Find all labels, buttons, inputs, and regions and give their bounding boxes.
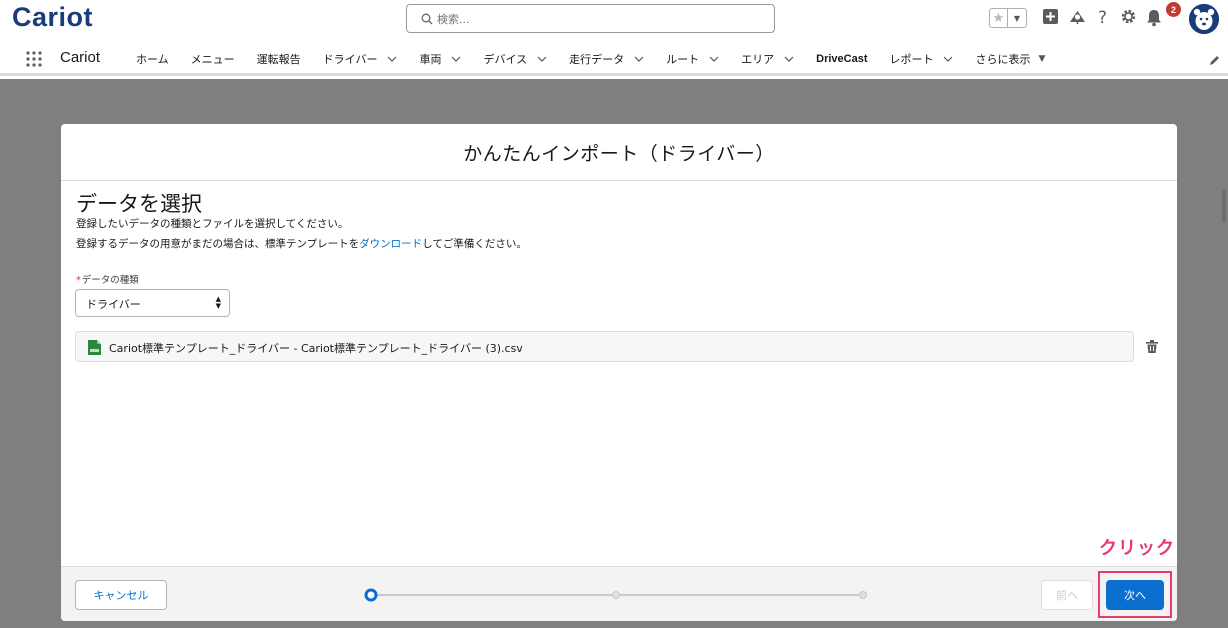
progress-step-2 [612,591,620,599]
modal-footer: キャンセル 前へ 次へ [61,566,1177,621]
nav-item-driving-report[interactable]: 運転報告 [257,51,301,67]
edit-nav-pencil-icon[interactable] [1208,55,1220,67]
data-type-select-value: ドライバー [86,298,141,311]
previous-button: 前へ [1041,580,1093,610]
nav-items: ホーム メニュー 運転報告 ドライバー 車両 デバイス 走行データ ルート エリ… [136,42,1067,76]
nav-item-label: 走行データ [569,53,625,66]
nav-item-trip-data[interactable]: 走行データ [569,51,644,67]
nav-item-label: ドライバー [322,53,378,66]
progress-step-1 [364,588,378,602]
select-arrows-icon: ▲ ▼ [215,295,221,310]
favorites-group[interactable]: ★ ▼ [989,8,1027,28]
favorites-dropdown-icon[interactable]: ▼ [1008,9,1026,27]
chevron-down-icon[interactable] [784,55,794,63]
nav-item-vehicle[interactable]: 車両 [419,51,461,67]
search-icon [421,13,433,25]
modal-body: データを選択 登録したいデータの種類とファイルを選択してください。 登録するデー… [61,181,1177,566]
caret-down-icon: ▼ [1038,54,1046,64]
description-line-1: 登録したいデータの種類とファイルを選択してください。 [76,218,349,230]
chevron-down-icon[interactable] [709,55,719,63]
progress-indicator [364,588,867,602]
download-template-link[interactable]: ダウンロード [359,238,422,250]
notification-badge: 2 [1166,2,1181,17]
nav-item-area[interactable]: エリア [741,51,794,67]
chevron-down-icon[interactable] [537,55,547,63]
app-name: Cariot [60,49,101,66]
global-header: Cariot ★ ▼ ? 2 [0,0,1228,42]
file-name: Cariot標準テンプレート_ドライバー - Cariot標準テンプレート_ドラ… [109,342,523,355]
nav-item-label: エリア [741,53,775,66]
trailhead-icon[interactable] [1068,8,1087,25]
description-suffix: してご準備ください。 [422,238,527,250]
nav-item-label: メニュー [190,53,235,66]
click-annotation-label: クリック [1099,538,1175,559]
avatar[interactable] [1189,4,1219,34]
data-type-select[interactable]: ドライバー ▲ ▼ [75,289,230,317]
modal-header: かんたんインポート（ドライバー） [61,124,1177,181]
chevron-down-icon[interactable] [634,55,644,63]
nav-item-home[interactable]: ホーム [136,51,169,67]
nav-item-route[interactable]: ルート [666,51,719,67]
nav-item-label: デバイス [483,53,528,66]
modal-title: かんたんインポート（ドライバー） [463,142,775,165]
trash-icon[interactable] [1146,340,1158,353]
section-title: データを選択 [76,192,202,216]
svg-text:?: ? [1098,8,1107,26]
nav-item-label: レポート [889,53,934,66]
chevron-down-icon[interactable] [451,55,461,63]
global-actions-icon[interactable] [1042,8,1059,25]
cancel-button[interactable]: キャンセル [75,580,167,610]
nav-item-label: 車両 [419,53,442,66]
page-scrollbar[interactable] [1222,190,1226,222]
app-nav-bar: Cariot ホーム メニュー 運転報告 ドライバー 車両 デバイス 走行データ… [0,42,1228,76]
nav-item-label: 運転報告 [256,53,301,66]
import-modal: かんたんインポート（ドライバー） データを選択 登録したいデータの種類とファイル… [61,124,1177,621]
cariot-logo[interactable]: Cariot [12,2,93,33]
star-icon[interactable]: ★ [990,9,1008,27]
nav-item-device[interactable]: デバイス [483,51,547,67]
nav-item-label: さらに表示 [975,53,1031,66]
nav-item-driver[interactable]: ドライバー [323,51,398,67]
csv-file-icon [88,340,101,355]
nav-item-more[interactable]: さらに表示 ▼ [975,51,1045,67]
next-button[interactable]: 次へ [1106,580,1164,610]
data-type-label-text: データの種類 [81,275,139,286]
progress-step-3 [859,591,867,599]
nav-item-drivecast[interactable]: DriveCast [816,53,867,65]
nav-item-menu[interactable]: メニュー [191,51,235,67]
required-mark: * [76,275,81,286]
app-launcher-icon[interactable] [25,50,43,68]
help-icon[interactable]: ? [1097,8,1111,26]
nav-item-report[interactable]: レポート [889,51,953,67]
global-search[interactable] [406,4,775,33]
data-type-label: *データの種類 [76,272,139,286]
gear-icon[interactable] [1120,8,1137,25]
bell-icon[interactable] [1145,8,1163,27]
search-input[interactable] [437,9,757,29]
nav-item-label: ルート [666,53,700,66]
description-prefix: 登録するデータの用意がまだの場合は、標準テンプレートを [76,238,360,250]
user-avatar-icon [1189,4,1219,34]
chevron-down-icon[interactable] [387,55,397,63]
nav-item-label: DriveCast [816,53,868,65]
nav-item-label: ホーム [136,53,169,66]
description-line-2: 登録するデータの用意がまだの場合は、標準テンプレートをダウンロードしてご準備くだ… [76,236,527,251]
selected-file-pill: Cariot標準テンプレート_ドライバー - Cariot標準テンプレート_ドラ… [75,331,1134,362]
chevron-down-icon[interactable] [943,55,953,63]
